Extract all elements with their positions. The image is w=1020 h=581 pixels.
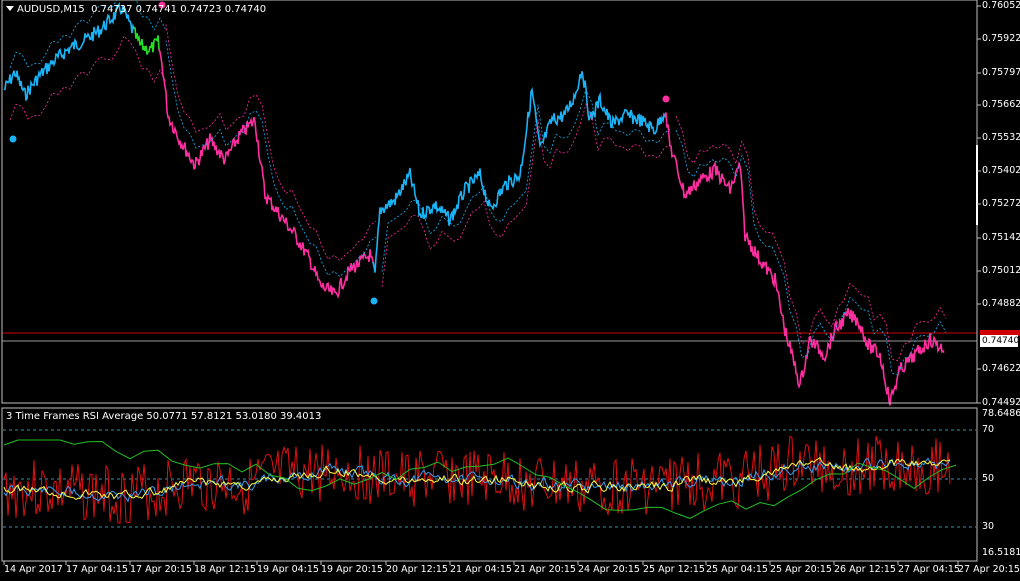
price-axis-label: 0.75532 [982, 132, 1020, 143]
price-axis-label: 0.75922 [982, 33, 1020, 44]
time-axis-label: 20 Apr 12:15 [386, 564, 448, 575]
price-axis-label: 0.75142 [982, 232, 1020, 243]
price-axis-label: 0.75012 [982, 265, 1020, 276]
scroll-indicator [976, 145, 978, 225]
price-trend-segment [664, 112, 945, 406]
price-axis-label: 0.75662 [982, 99, 1020, 110]
time-axis-label: 25 Apr 20:15 [770, 564, 832, 575]
price-axis-label: 0.75402 [982, 165, 1020, 176]
time-axis-label: 14 Apr 2017 [4, 564, 63, 575]
price-axis-label: 0.76052 [982, 0, 1020, 11]
time-axis-label: 19 Apr 04:15 [257, 564, 319, 575]
price-trend-segment [133, 26, 161, 55]
collapse-triangle-icon[interactable] [6, 6, 14, 11]
time-axis-label: 18 Apr 12:15 [194, 564, 256, 575]
sell-signal-dot [662, 95, 670, 103]
time-axis-label: 19 Apr 20:15 [321, 564, 383, 575]
ohlc-values: 0.74737 0.74741 0.74723 0.74740 [91, 4, 267, 15]
mid-band [381, 88, 671, 272]
rsi-axis-label: 70 [982, 424, 995, 435]
time-axis-label: 24 Apr 20:15 [578, 564, 640, 575]
upper-band [675, 115, 947, 362]
rsi-axis-label: 50 [982, 473, 995, 484]
price-axis-label: 0.74492 [982, 397, 1020, 408]
rsi-line-1 [3, 435, 951, 524]
time-axis-label: 25 Apr 12:15 [643, 564, 705, 575]
time-axis-label: 21 Apr 04:15 [450, 564, 512, 575]
price-axis-label: 0.74882 [982, 298, 1020, 309]
time-axis-label: 17 Apr 04:15 [66, 564, 128, 575]
price-axis-label: 0.75797 [982, 67, 1020, 78]
time-axis-label: 17 Apr 20:15 [130, 564, 192, 575]
rsi-axis-label: 78.6486 [982, 408, 1020, 419]
rsi-axis-label: 30 [982, 521, 995, 532]
price-trend-segment [158, 48, 375, 299]
symbol-info: AUDUSD,M15 0.74737 0.74741 0.74723 0.747… [6, 4, 266, 15]
buy-signal-dot [370, 297, 378, 305]
chart-canvas[interactable] [0, 0, 1020, 581]
time-axis-label: 21 Apr 20:15 [514, 564, 576, 575]
indicator-title: 3 Time Frames RSI Average 50.0771 57.812… [6, 411, 322, 422]
rsi-axis-label: 16.5181 [982, 547, 1020, 558]
buy-signal-dot [9, 135, 17, 143]
upper-band [165, 24, 377, 262]
time-axis-label: 25 Apr 04:15 [706, 564, 768, 575]
symbol-name: AUDUSD,M15 [17, 4, 85, 15]
time-axis-label: 26 Apr 12:15 [834, 564, 896, 575]
mid-band [165, 40, 377, 278]
price-trend-segment [372, 71, 667, 273]
time-axis-label: 27 Apr 04:15 [898, 564, 960, 575]
current-price-tag: 0.74740 [980, 335, 1020, 347]
price-trend-segment [3, 1, 123, 102]
price-axis-label: 0.74622 [982, 363, 1020, 374]
time-axis-label: 27 Apr 20:15 [958, 564, 1020, 575]
price-axis-label: 0.75272 [982, 198, 1020, 209]
